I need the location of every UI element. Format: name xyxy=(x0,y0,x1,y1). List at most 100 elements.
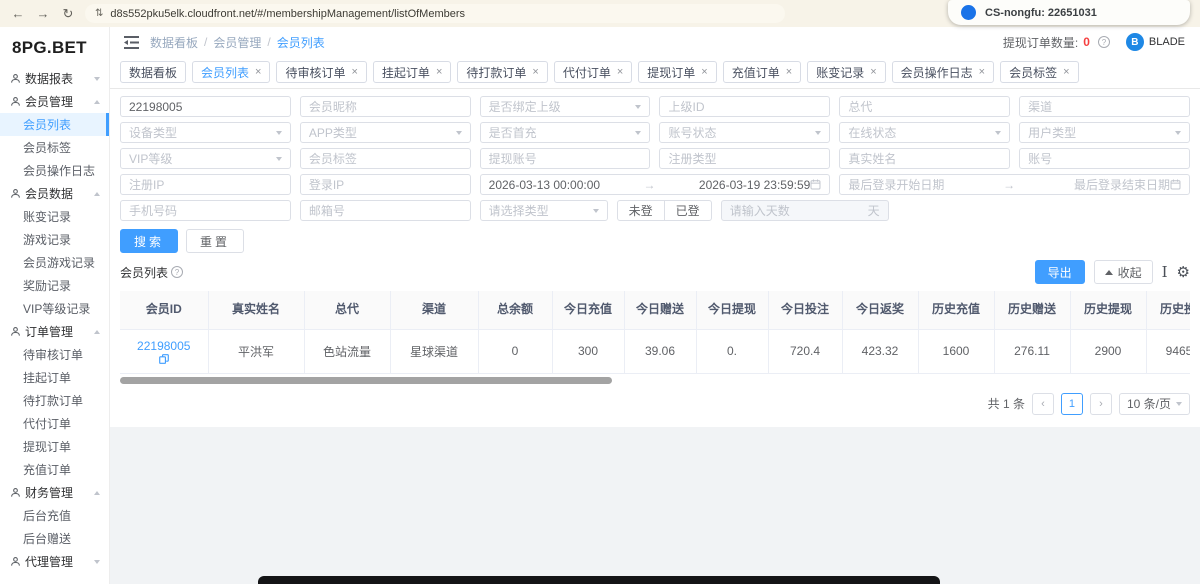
form-select[interactable]: APP类型 xyxy=(300,122,471,143)
address-bar[interactable]: ⇅ d8s552pku5elk.cloudfront.net/#/members… xyxy=(85,4,785,23)
tab[interactable]: 待打款订单× xyxy=(457,61,547,83)
sidebar-item[interactable]: 账变记录 xyxy=(0,205,109,228)
sidebar-item[interactable]: 挂起订单 xyxy=(0,366,109,389)
form-input[interactable]: 总代 xyxy=(839,96,1010,117)
next-page-button[interactable]: › xyxy=(1090,393,1112,415)
close-icon[interactable]: × xyxy=(786,67,792,78)
form-select[interactable]: 账号状态 xyxy=(659,122,830,143)
column-header[interactable]: 历史充值 xyxy=(918,291,994,329)
sidebar-item[interactable]: 待审核订单 xyxy=(0,343,109,366)
close-icon[interactable]: × xyxy=(351,67,357,78)
reload-icon[interactable]: ↻ xyxy=(60,6,76,22)
sidebar-group[interactable]: 数据报表 xyxy=(0,67,109,90)
prev-page-button[interactable]: ‹ xyxy=(1032,393,1054,415)
close-icon[interactable]: × xyxy=(532,67,538,78)
avatar[interactable]: B xyxy=(1126,33,1144,51)
collapse-button[interactable]: 收起 xyxy=(1094,260,1153,284)
sidebar-group[interactable]: 会员数据 xyxy=(0,182,109,205)
sidebar-item[interactable]: 会员操作日志 xyxy=(0,159,109,182)
form-input[interactable]: 登录IP xyxy=(300,174,471,195)
sidebar-item[interactable]: 待打款订单 xyxy=(0,389,109,412)
sidebar-group[interactable]: 财务管理 xyxy=(0,481,109,504)
sidebar-item[interactable]: 会员游戏记录 xyxy=(0,251,109,274)
form-input[interactable]: 会员标签 xyxy=(300,148,471,169)
column-header[interactable]: 真实姓名 xyxy=(208,291,304,329)
close-icon[interactable]: × xyxy=(701,67,707,78)
login-state-button[interactable]: 已登 xyxy=(664,200,712,221)
form-input[interactable]: 22198005 xyxy=(120,96,291,117)
form-select[interactable]: 设备类型 xyxy=(120,122,291,143)
collapse-sidebar-icon[interactable] xyxy=(124,36,139,49)
sidebar-item[interactable]: 奖励记录 xyxy=(0,274,109,297)
form-select[interactable]: 用户类型 xyxy=(1019,122,1190,143)
close-icon[interactable]: × xyxy=(617,67,623,78)
sidebar-item[interactable]: 代付订单 xyxy=(0,412,109,435)
form-input[interactable]: 邮箱号 xyxy=(300,200,471,221)
column-header[interactable]: 渠道 xyxy=(390,291,478,329)
form-input[interactable]: 提现账号 xyxy=(480,148,651,169)
form-input[interactable]: 会员昵称 xyxy=(300,96,471,117)
sidebar-group[interactable]: 代理管理 xyxy=(0,550,109,573)
tab[interactable]: 数据看板 xyxy=(120,61,186,83)
form-input[interactable]: 注册类型 xyxy=(659,148,830,169)
close-icon[interactable]: × xyxy=(979,67,985,78)
login-state-button[interactable]: 未登 xyxy=(617,200,665,221)
info-icon[interactable]: ? xyxy=(1098,36,1110,48)
page-1-button[interactable]: 1 xyxy=(1061,393,1083,415)
form-input[interactable]: 手机号码 xyxy=(120,200,291,221)
column-header[interactable]: 今日提现 xyxy=(696,291,768,329)
panel-info-icon[interactable]: ? xyxy=(171,266,183,278)
tab[interactable]: 账变记录× xyxy=(807,61,885,83)
type-select[interactable]: 请选择类型 xyxy=(480,200,608,221)
column-header[interactable]: 历史提现 xyxy=(1070,291,1146,329)
column-header[interactable]: 历史投注 xyxy=(1146,291,1190,329)
column-header[interactable]: 今日赠送 xyxy=(624,291,696,329)
search-button[interactable]: 搜索 xyxy=(120,229,178,253)
forward-icon[interactable]: → xyxy=(35,6,51,21)
form-input[interactable]: 真实姓名 xyxy=(839,148,1010,169)
export-button[interactable]: 导出 xyxy=(1035,260,1085,284)
back-icon[interactable]: ← xyxy=(10,6,26,21)
sidebar-item[interactable]: 后台赠送 xyxy=(0,527,109,550)
column-header[interactable]: 历史赠送 xyxy=(994,291,1070,329)
breadcrumb-item[interactable]: 会员列表 xyxy=(277,34,325,51)
form-input[interactable]: 上级ID xyxy=(659,96,830,117)
sidebar-item[interactable]: 会员标签 xyxy=(0,136,109,159)
sidebar-item[interactable]: 游戏记录 xyxy=(0,228,109,251)
column-header[interactable]: 总代 xyxy=(304,291,390,329)
tab[interactable]: 代付订单× xyxy=(554,61,632,83)
column-settings-gear-icon[interactable]: ⚙ xyxy=(1177,265,1190,280)
form-daterange[interactable]: 最后登录开始日期→最后登录结束日期 xyxy=(839,174,1190,195)
sidebar-item[interactable]: 提现订单 xyxy=(0,435,109,458)
tab[interactable]: 会员标签× xyxy=(1000,61,1078,83)
column-header[interactable]: 今日充值 xyxy=(552,291,624,329)
sidebar-group[interactable]: 会员管理 xyxy=(0,90,109,113)
tab[interactable]: 提现订单× xyxy=(638,61,716,83)
sidebar-group[interactable]: 订单管理 xyxy=(0,320,109,343)
form-input[interactable]: 注册IP xyxy=(120,174,291,195)
close-icon[interactable]: × xyxy=(870,67,876,78)
breadcrumb-item[interactable]: 数据看板 xyxy=(150,34,198,51)
tab[interactable]: 会员列表× xyxy=(192,61,270,83)
column-header[interactable]: 会员ID xyxy=(120,291,208,329)
column-header[interactable]: 总余额 xyxy=(478,291,552,329)
form-select[interactable]: 在线状态 xyxy=(839,122,1010,143)
sidebar-item[interactable]: 会员列表 xyxy=(0,113,109,136)
username[interactable]: BLADE xyxy=(1149,36,1185,48)
form-input[interactable]: 渠道 xyxy=(1019,96,1190,117)
close-icon[interactable]: × xyxy=(436,67,442,78)
row-height-icon[interactable]: I xyxy=(1162,265,1168,280)
tab[interactable]: 待审核订单× xyxy=(276,61,366,83)
form-select[interactable]: 是否首充 xyxy=(480,122,651,143)
tab[interactable]: 会员操作日志× xyxy=(892,61,994,83)
copy-icon[interactable] xyxy=(159,354,169,364)
sidebar-item[interactable]: 后台充值 xyxy=(0,504,109,527)
site-permissions-icon[interactable]: ⇅ xyxy=(95,8,103,19)
member-id-link[interactable]: 22198005 xyxy=(137,339,190,353)
form-daterange[interactable]: 2026-03-13 00:00:00→2026-03-19 23:59:59 xyxy=(480,174,831,195)
form-input[interactable]: 账号 xyxy=(1019,148,1190,169)
close-icon[interactable]: × xyxy=(1063,67,1069,78)
form-select[interactable]: 是否绑定上级 xyxy=(480,96,651,117)
close-icon[interactable]: × xyxy=(255,67,261,78)
scrollbar-thumb[interactable] xyxy=(120,377,612,384)
